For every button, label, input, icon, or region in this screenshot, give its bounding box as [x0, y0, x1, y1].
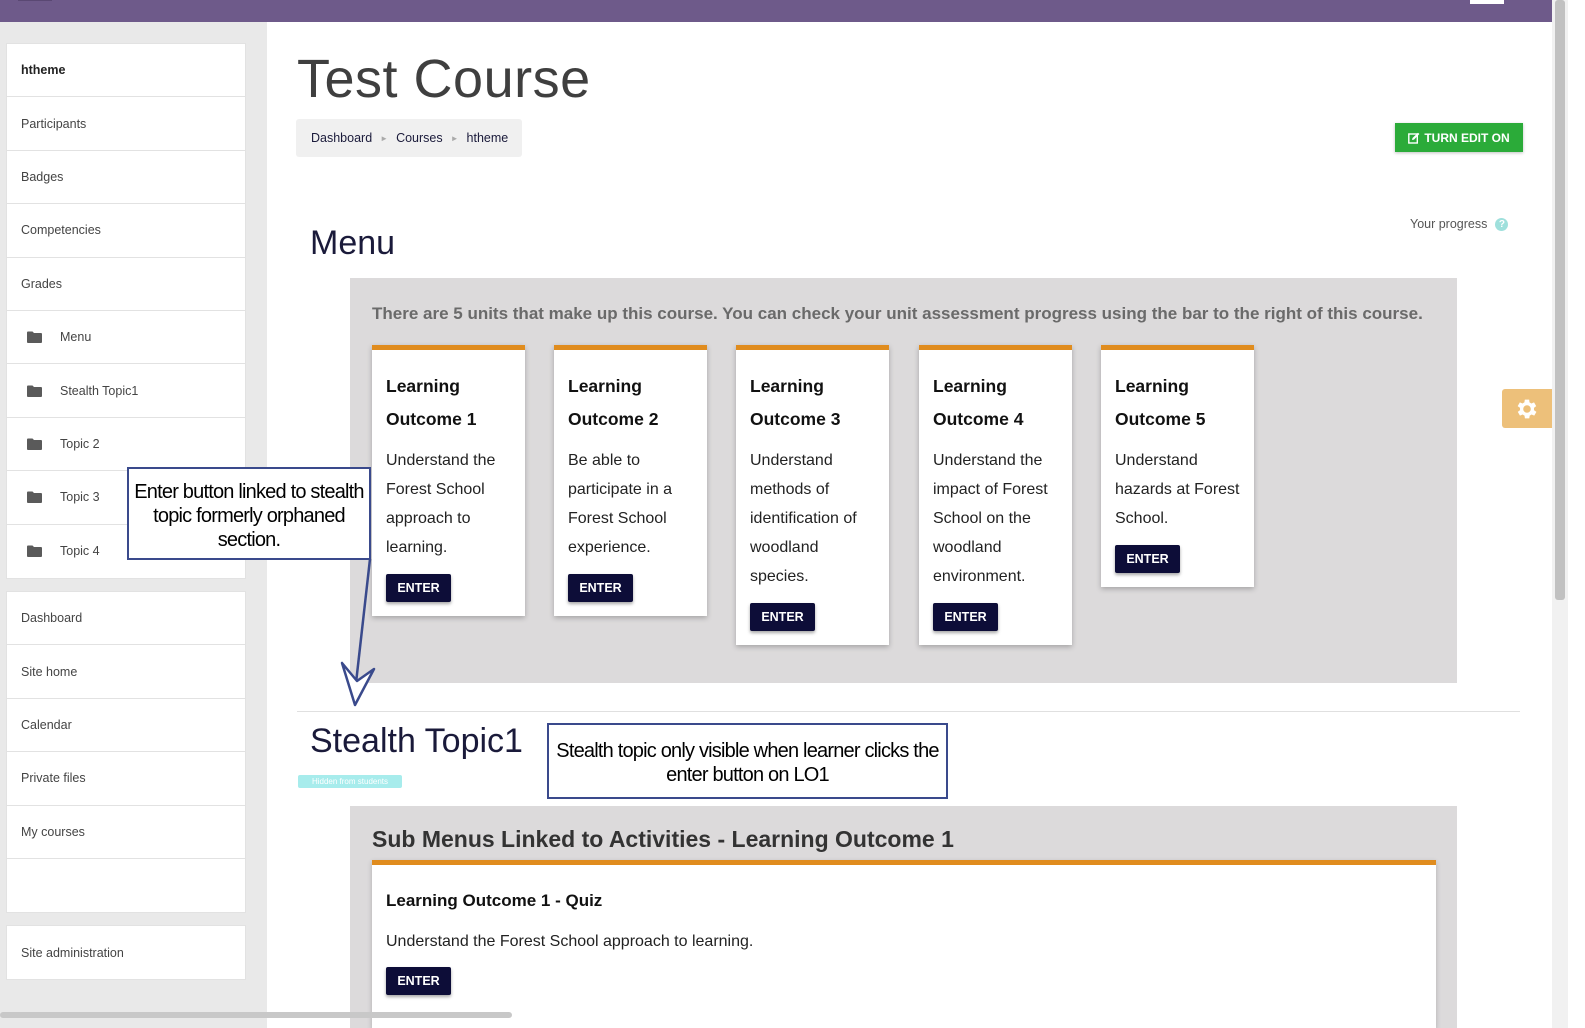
learning-outcome-title: Learning Outcome 4: [933, 376, 1024, 429]
sidebar-item-calendar[interactable]: Calendar: [7, 699, 245, 753]
annotation-callout-stealth-topic: Stealth topic only visible when learner …: [547, 723, 948, 799]
edit-icon: [1408, 132, 1420, 144]
quiz-card: Learning Outcome 1 - Quiz Understand the…: [372, 860, 1436, 1028]
sidebar-item-label: Grades: [21, 276, 62, 291]
lo3-enter-button[interactable]: ENTER: [750, 603, 815, 631]
breadcrumb-dashboard[interactable]: Dashboard: [311, 131, 372, 145]
horizontal-scrollbar-thumb[interactable]: [0, 1012, 512, 1018]
sidebar-item-htheme[interactable]: htheme: [7, 44, 245, 98]
navbar-right-marker: [1470, 0, 1504, 4]
sidebar-item-label: htheme: [21, 63, 66, 78]
learning-outcome-description: Understand methods of identification of …: [750, 452, 857, 585]
sidebar-item-label: Competencies: [21, 223, 101, 238]
folder-icon: [27, 438, 42, 450]
sidebar-item-site-administration[interactable]: Site administration: [7, 926, 245, 979]
lo2-enter-button[interactable]: ENTER: [568, 574, 633, 602]
sidebar-item-topic-2[interactable]: Topic 2: [7, 418, 245, 472]
sidebar-item-label: Topic 4: [60, 544, 100, 559]
learning-outcome-description: Be able to participate in a Forest Schoo…: [568, 452, 673, 556]
turn-edit-on-button[interactable]: TURN EDIT ON: [1395, 123, 1523, 152]
breadcrumb-courses[interactable]: Courses: [396, 131, 443, 145]
sidebar-item-label: Calendar: [21, 717, 72, 732]
sidebar-item-site-home[interactable]: Site home: [7, 645, 245, 699]
sidebar-item-label: Topic 2: [60, 436, 100, 451]
sidebar-item-label: Menu: [60, 330, 92, 345]
learning-outcome-card-2: Learning Outcome 2 Be able to participate…: [554, 345, 707, 616]
sidebar-item-participants[interactable]: Participants: [7, 97, 245, 151]
breadcrumb-separator-icon: ►: [380, 133, 389, 143]
sidebar-item-label: My courses: [21, 824, 85, 839]
sidebar-item-badges[interactable]: Badges: [7, 151, 245, 205]
navbar-left-marker: [18, 0, 52, 1]
progress-label: Your progress: [1410, 217, 1488, 231]
page-title: Test Course: [297, 49, 591, 109]
quiz-description: Understand the Forest School approach to…: [386, 933, 754, 950]
sidebar-item-label: Private files: [21, 771, 86, 786]
learning-outcome-card-5: Learning Outcome 5 Understand hazards at …: [1101, 345, 1254, 587]
sidebar-item-label: Site home: [21, 664, 78, 679]
sidebar-item-private-files[interactable]: Private files: [7, 752, 245, 806]
learning-outcome-card-1: Learning Outcome 1 Understand the Forest …: [372, 345, 525, 616]
quiz-enter-button[interactable]: ENTER: [386, 967, 451, 995]
turn-edit-on-label: TURN EDIT ON: [1424, 130, 1510, 145]
sidebar-item-label: Participants: [21, 116, 87, 131]
breadcrumb-htheme[interactable]: htheme: [467, 131, 509, 145]
learning-outcome-description: Understand hazards at Forest School.: [1115, 452, 1240, 527]
stealth-section-title: Stealth Topic1: [310, 722, 523, 760]
breadcrumb-separator-icon: ►: [450, 133, 459, 143]
learning-outcome-title: Learning Outcome 3: [750, 376, 841, 429]
admin-nav-block: Site administration: [6, 925, 246, 981]
learning-outcome-description: Understand the impact of Forest School o…: [933, 452, 1048, 585]
sidebar-item-stealth-topic1[interactable]: Stealth Topic1: [7, 364, 245, 418]
lo5-enter-button[interactable]: ENTER: [1115, 545, 1180, 573]
lo4-enter-button[interactable]: ENTER: [933, 603, 998, 631]
sidebar-item-label: Dashboard: [21, 611, 83, 626]
learning-outcome-card-4: Learning Outcome 4 Understand the impact …: [919, 345, 1072, 645]
folder-icon: [27, 545, 42, 558]
sidebar-item-grades[interactable]: Grades: [7, 258, 245, 311]
learning-outcome-description: Understand the Forest School approach to…: [386, 452, 496, 556]
sidebar-item-menu[interactable]: Menu: [7, 311, 245, 365]
breadcrumb: Dashboard ► Courses ► htheme: [296, 119, 522, 157]
menu-intro-text: There are 5 units that make up this cour…: [372, 304, 1423, 323]
folder-icon: [27, 491, 42, 504]
sidebar-item-label: Badges: [21, 169, 64, 184]
lo1-enter-button[interactable]: ENTER: [386, 574, 451, 602]
sidebar-item-blank: [7, 859, 245, 912]
sidebar-item-label: Stealth Topic1: [60, 383, 139, 398]
sidebar-item-my-courses[interactable]: My courses: [7, 806, 245, 859]
section-divider: [297, 711, 1520, 712]
annotation-callout-enter-button: Enter button linked to stealth topic for…: [127, 467, 371, 560]
folder-icon: [27, 331, 42, 344]
sidebar-item-label: Topic 3: [60, 490, 100, 505]
sidebar-item-label: Site administration: [21, 945, 124, 960]
sidebar-item-dashboard[interactable]: Dashboard: [7, 592, 245, 646]
learning-outcome-card-3: Learning Outcome 3 Understand methods of …: [736, 345, 889, 645]
hidden-from-students-badge: Hidden from students: [298, 775, 402, 788]
menu-section-title: Menu: [310, 224, 396, 262]
help-icon[interactable]: ?: [1495, 217, 1509, 231]
site-nav-block: Dashboard Site home Calendar Private files M…: [6, 591, 246, 914]
folder-icon: [27, 385, 42, 397]
settings-gear-button[interactable]: [1502, 389, 1552, 428]
quiz-title: Learning Outcome 1 - Quiz: [386, 891, 603, 910]
progress-indicator: Your progress ?: [1410, 217, 1509, 231]
sidebar-item-competencies[interactable]: Competencies: [7, 204, 245, 258]
vertical-scrollbar-thumb[interactable]: [1555, 0, 1565, 600]
top-navbar: [0, 0, 1552, 22]
learning-outcome-title: Learning Outcome 1: [386, 376, 477, 429]
learning-outcome-title: Learning Outcome 5: [1115, 376, 1206, 429]
learning-outcome-title: Learning Outcome 2: [568, 376, 659, 429]
annotation-arrow-icon: [340, 558, 376, 707]
gear-icon: [1517, 399, 1537, 418]
sub-menu-heading: Sub Menus Linked to Activities - Learnin…: [372, 826, 954, 852]
